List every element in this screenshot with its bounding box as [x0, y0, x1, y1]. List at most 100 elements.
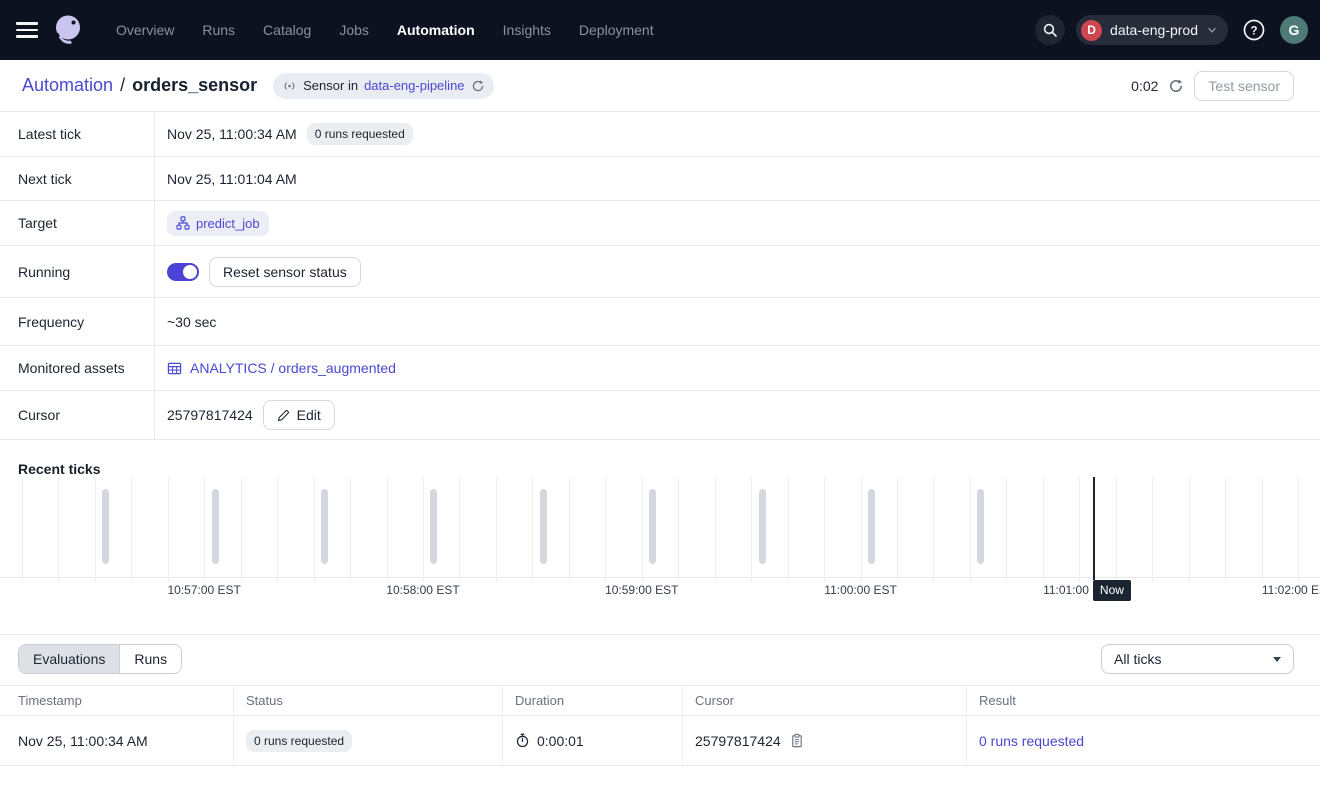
target-label: Target: [0, 201, 155, 245]
test-sensor-button[interactable]: Test sensor: [1194, 71, 1294, 101]
next-tick-row: Next tick Nov 25, 11:01:04 AM: [0, 157, 1320, 201]
target-row: Target predict_job: [0, 201, 1320, 246]
latest-tick-label: Latest tick: [0, 112, 155, 156]
row-status-badge: 0 runs requested: [246, 730, 352, 752]
now-marker-badge: Now: [1093, 580, 1131, 601]
gridline: [1152, 477, 1153, 582]
gridline: [642, 477, 643, 582]
gridline: [241, 477, 242, 582]
frequency-row: Frequency ~30 sec: [0, 298, 1320, 346]
job-icon: [176, 216, 190, 230]
reset-sensor-status-button[interactable]: Reset sensor status: [209, 257, 361, 287]
tick-event-bar[interactable]: [102, 489, 109, 564]
gridline: [715, 477, 716, 582]
edit-cursor-label: Edit: [297, 407, 321, 423]
reload-location-icon[interactable]: [471, 79, 485, 93]
tick-event-bar[interactable]: [868, 489, 875, 564]
gridline: [970, 477, 971, 582]
row-duration: 0:00:01: [537, 733, 584, 749]
nav-item-insights[interactable]: Insights: [503, 22, 551, 38]
now-marker-line: [1093, 477, 1095, 580]
tick-event-bar[interactable]: [430, 489, 437, 564]
help-icon[interactable]: ?: [1239, 15, 1269, 45]
workspace-switcher[interactable]: D data-eng-prod: [1076, 15, 1228, 45]
gridline: [1116, 477, 1117, 582]
frequency-value: ~30 sec: [167, 314, 216, 330]
monitored-asset-link[interactable]: ANALYTICS / orders_augmented: [167, 360, 396, 376]
frequency-label: Frequency: [0, 298, 155, 345]
time-axis-label: 11:00:00 EST: [824, 583, 897, 597]
gridline: [788, 477, 789, 582]
tick-event-bar[interactable]: [540, 489, 547, 564]
time-axis-label: 10:57:00 EST: [167, 583, 240, 597]
nav-item-runs[interactable]: Runs: [202, 22, 235, 38]
target-job-chip[interactable]: predict_job: [167, 211, 269, 236]
gridline: [58, 477, 59, 582]
latest-tick-value: Nov 25, 11:00:34 AM: [167, 126, 297, 142]
row-cursor: 25797817424: [695, 733, 781, 749]
nav-item-automation[interactable]: Automation: [397, 22, 475, 38]
sensor-details: Latest tick Nov 25, 11:00:34 AM 0 runs r…: [0, 112, 1320, 440]
tab-evaluations[interactable]: Evaluations: [19, 645, 120, 673]
running-toggle[interactable]: [167, 263, 199, 281]
workspace-badge: D: [1081, 20, 1102, 41]
dagster-logo-icon[interactable]: [50, 12, 86, 48]
stopwatch-icon: [515, 733, 530, 748]
nav-item-deployment[interactable]: Deployment: [579, 22, 654, 38]
gridline: [277, 477, 278, 582]
gridline: [751, 477, 752, 582]
nav-item-jobs[interactable]: Jobs: [339, 22, 369, 38]
tick-event-bar[interactable]: [649, 489, 656, 564]
dropdown-caret-icon: [1273, 657, 1281, 662]
row-timestamp: Nov 25, 11:00:34 AM: [18, 733, 148, 749]
time-axis-label: 10:58:00 EST: [386, 583, 459, 597]
col-result: Result: [966, 686, 1320, 715]
search-icon[interactable]: [1035, 15, 1065, 45]
gridline: [131, 477, 132, 582]
tick-event-bar[interactable]: [321, 489, 328, 564]
gridline: [897, 477, 898, 582]
copy-cursor-icon[interactable]: [790, 733, 804, 748]
gridline: [861, 477, 862, 582]
monitored-asset-name: ANALYTICS / orders_augmented: [190, 360, 396, 376]
evaluations-section: Evaluations Runs All ticks Timestamp Sta…: [0, 634, 1320, 771]
col-timestamp: Timestamp: [0, 693, 233, 708]
user-avatar[interactable]: G: [1280, 16, 1308, 44]
breadcrumb-automation-link[interactable]: Automation: [22, 75, 113, 96]
tick-event-bar[interactable]: [212, 489, 219, 564]
menu-icon[interactable]: [16, 17, 42, 43]
code-location-link[interactable]: data-eng-pipeline: [364, 78, 464, 93]
row-result-link[interactable]: 0 runs requested: [979, 733, 1084, 749]
tab-runs[interactable]: Runs: [120, 645, 181, 673]
monitored-assets-row: Monitored assets ANALYTICS / orders_augm…: [0, 346, 1320, 391]
tick-filter-value: All ticks: [1114, 651, 1161, 667]
latest-tick-row: Latest tick Nov 25, 11:00:34 AM 0 runs r…: [0, 112, 1320, 157]
time-axis-label: 10:59:00 EST: [605, 583, 678, 597]
tick-event-bar[interactable]: [977, 489, 984, 564]
asset-table-icon: [167, 361, 182, 376]
gridline: [678, 477, 679, 582]
nav-item-catalog[interactable]: Catalog: [263, 22, 311, 38]
sensor-badge: Sensor in data-eng-pipeline: [273, 73, 493, 99]
breadcrumb-separator: /: [120, 75, 125, 96]
gridline: [569, 477, 570, 582]
col-status: Status: [233, 686, 502, 715]
tick-event-bar[interactable]: [759, 489, 766, 564]
page-title: orders_sensor: [132, 75, 257, 96]
nav-item-overview[interactable]: Overview: [116, 22, 174, 38]
edit-cursor-button[interactable]: Edit: [263, 400, 335, 430]
running-row: Running Reset sensor status: [0, 246, 1320, 298]
next-row-partial: [0, 766, 1320, 771]
gridline: [204, 477, 205, 582]
refresh-icon[interactable]: [1168, 78, 1184, 94]
col-duration: Duration: [502, 686, 682, 715]
gridline: [605, 477, 606, 582]
gridline: [314, 477, 315, 582]
gridline: [1079, 477, 1080, 582]
recent-ticks-timeline[interactable]: 10:57:00 EST 10:58:00 EST 10:59:00 EST 11:0…: [0, 477, 1320, 601]
table-header-row: Timestamp Status Duration Cursor Result: [0, 685, 1320, 716]
tick-filter-dropdown[interactable]: All ticks: [1101, 644, 1294, 674]
gridline: [1006, 477, 1007, 582]
cursor-label: Cursor: [0, 391, 155, 439]
running-label: Running: [0, 246, 155, 297]
